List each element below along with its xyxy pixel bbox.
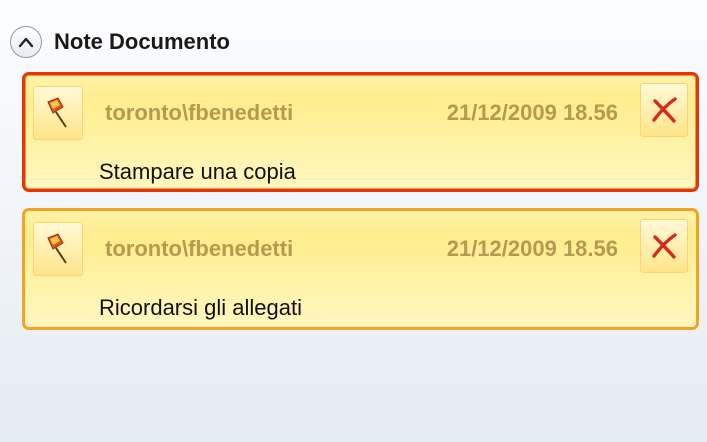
delete-note-button[interactable] [640,83,688,137]
note-author: toronto\fbenedetti [105,100,294,125]
note-datetime: 21/12/2009 18.56 [446,100,618,125]
collapse-button[interactable] [10,26,42,58]
delete-note-button[interactable] [640,219,688,273]
note-header: toronto\fbenedetti 21/12/2009 18.56 [33,83,688,143]
pushpin-icon [47,233,67,264]
note-author: toronto\fbenedetti [105,236,294,261]
section-title: Note Documento [54,29,230,54]
pushpin-icon [47,97,67,128]
close-icon [652,97,677,123]
note-text: Stampare una copia [99,159,296,184]
pin-button[interactable] [33,222,83,276]
close-icon [652,233,677,259]
note-datetime: 21/12/2009 18.56 [446,236,618,261]
notes-list: toronto\fbenedetti 21/12/2009 18.56 Stam… [22,72,699,346]
pin-button[interactable] [33,86,83,140]
section-header: Note Documento [10,24,230,60]
chevron-up-icon [18,37,34,48]
note-panel: Note Documento toronto\fbenedetti 21/12/… [0,0,707,442]
note-card[interactable]: toronto\fbenedetti 21/12/2009 18.56 Stam… [22,72,699,192]
note-header: toronto\fbenedetti 21/12/2009 18.56 [33,219,688,279]
note-card[interactable]: toronto\fbenedetti 21/12/2009 18.56 Rico… [22,208,699,330]
note-text: Ricordarsi gli allegati [99,295,302,320]
